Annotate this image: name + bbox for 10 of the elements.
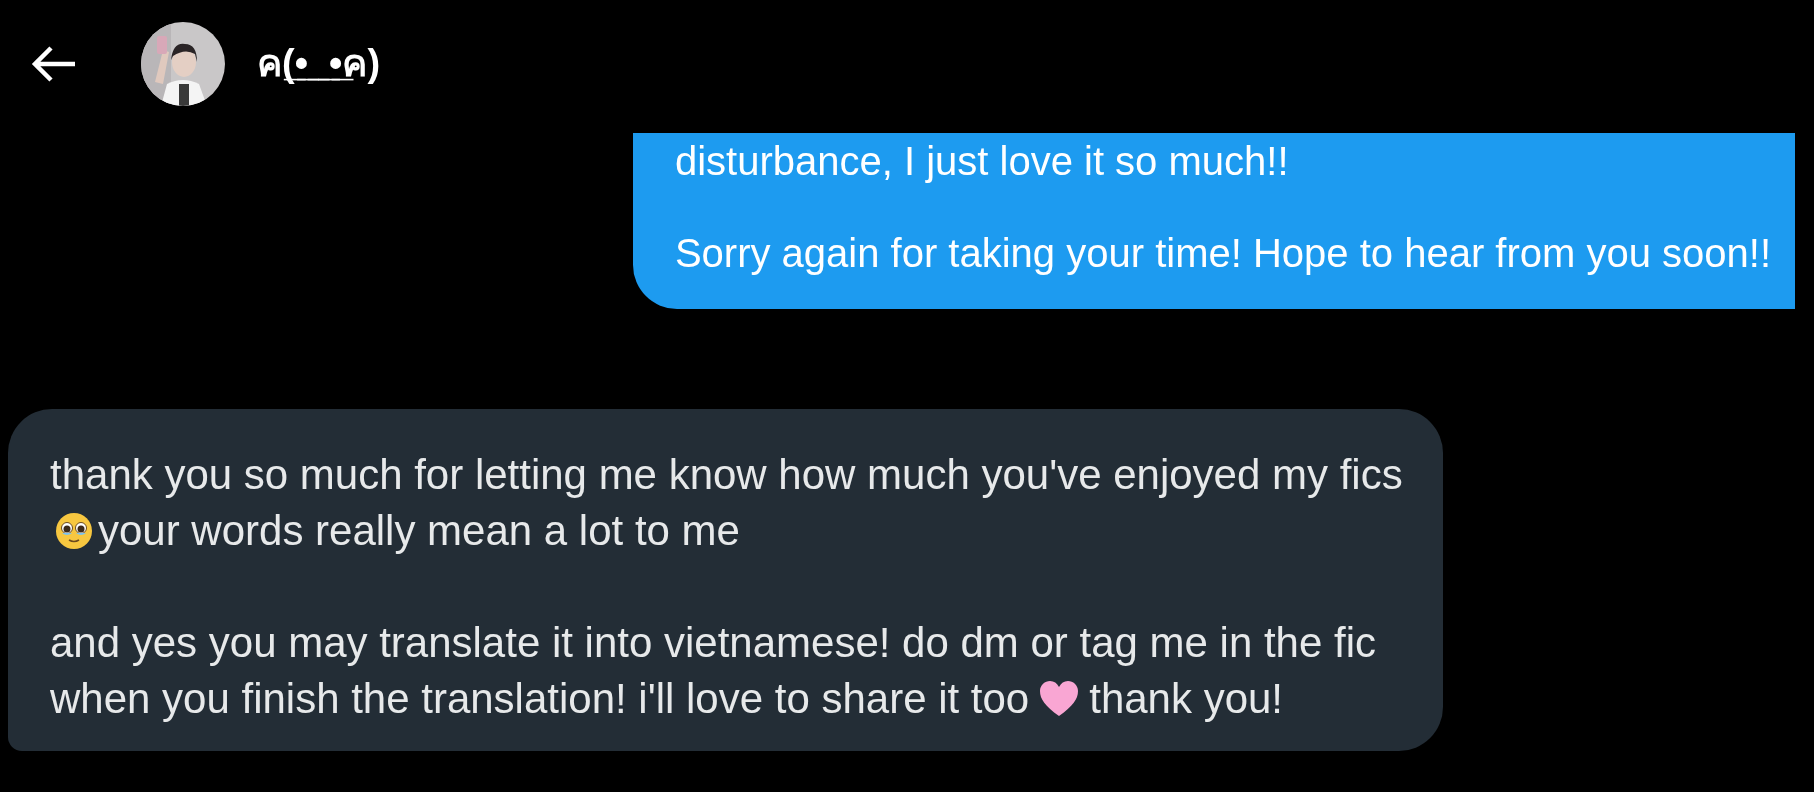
message-text: your words really mean a lot to me: [98, 506, 740, 556]
message-text: thank you!: [1089, 674, 1284, 724]
message-text: Sorry again for taking your time! Hope to hear from you soon!!: [674, 230, 1771, 277]
contact-name: ค(̲•̲_̲•̲ค): [257, 41, 381, 86]
pleading-face-emoji-icon: [54, 511, 94, 551]
message-text: thank you so much for letting me know how much you've enjoyed my fics: [50, 450, 1403, 500]
message-text: and yes you may translate it into vietnamese! do dm or tag me in the fic: [50, 618, 1376, 668]
back-arrow-icon: [31, 44, 77, 83]
message-text: disturbance, I just love it so much!!: [674, 138, 1289, 185]
message-text: when you finish the translation! i'll love to share it too: [50, 674, 1030, 724]
